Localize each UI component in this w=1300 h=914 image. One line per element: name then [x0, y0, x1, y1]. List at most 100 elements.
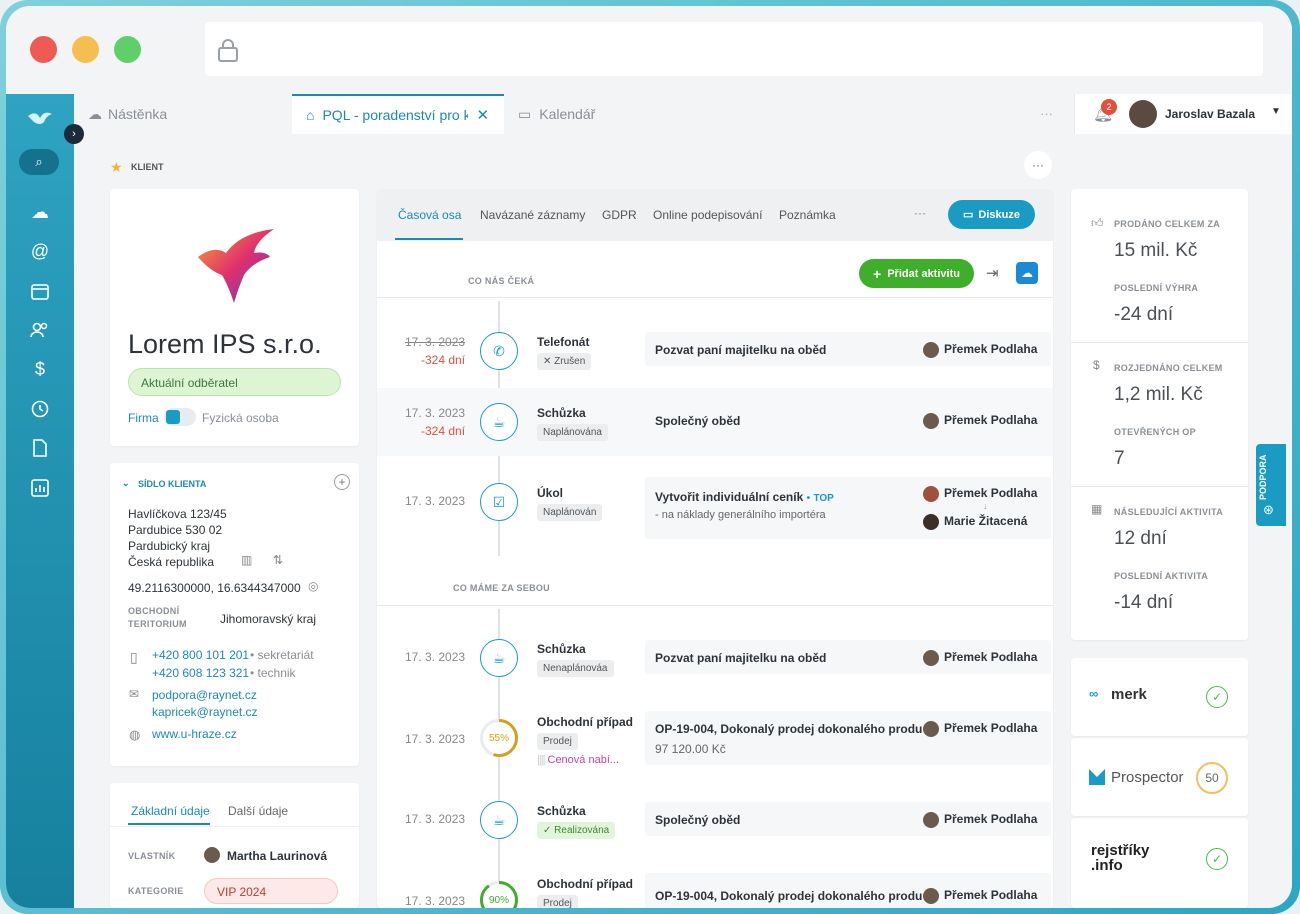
more-tabs-icon[interactable]: ··· [1040, 106, 1053, 121]
activity-row[interactable]: 17. 3. 2023 -324 dní ✆ Telefonát ✕ Zruše… [377, 332, 1053, 387]
person-name: Přemek Podlaha [944, 342, 1038, 357]
map-icon[interactable]: ▥ [241, 553, 252, 567]
divider [110, 826, 359, 827]
tab-label: Kalendář [539, 106, 596, 122]
tab-other-info[interactable]: Další údaje [228, 804, 288, 818]
report-icon[interactable] [26, 474, 54, 502]
chevron-down-icon[interactable]: ⌄ [122, 478, 130, 489]
route-icon[interactable]: ⇅ [273, 553, 283, 567]
user-box[interactable]: 🔔︎ 2 Jaroslav Bazala ▼ [1074, 94, 1292, 134]
support-label: PODPORA [1258, 454, 1268, 500]
bird-logo-icon[interactable] [26, 104, 54, 132]
contacts-icon[interactable] [26, 316, 54, 344]
more-icon[interactable]: ··· [914, 206, 926, 220]
export-icon[interactable]: ⇥ [986, 264, 999, 282]
integration-rejstriky[interactable]: rejstříky .info ✓ [1071, 818, 1248, 908]
category-badge[interactable]: VIP 2024 [204, 878, 338, 904]
add-activity-button[interactable]: + Přidat aktivitu [859, 259, 974, 288]
close-dot[interactable] [30, 36, 57, 63]
tab-casova-osa[interactable]: Časová osa [398, 208, 461, 222]
activity-date: 17. 3. 2023 [405, 335, 466, 349]
address-card: ⌄ SÍDLO KLIENTA + Havlíčkova 123/45 Pard… [110, 463, 359, 766]
email-icon[interactable]: @ [26, 237, 54, 265]
activity-detail[interactable]: Společný oběd Přemek Podlaha [645, 403, 1051, 437]
tab-navazane[interactable]: Navázané záznamy [480, 208, 585, 222]
more-options-button[interactable]: ··· [1024, 151, 1052, 179]
status-badge: Naplánována [537, 424, 608, 441]
sidebar-toggle-button[interactable]: › [64, 124, 84, 144]
location-icon[interactable]: ◎ [308, 579, 318, 593]
support-tab[interactable]: PODPORA ⊛ [1256, 444, 1286, 526]
check-icon: ✓ [1206, 686, 1228, 708]
activity-row[interactable]: 17. 3. 2023 -324 dní ☕︎ Schůzka Naplánov… [377, 403, 1053, 458]
type-toggle[interactable] [164, 408, 196, 426]
stat-value: 7 [1114, 448, 1125, 469]
integration-prospector[interactable]: Prospector 50 [1071, 738, 1248, 816]
clock-icon[interactable] [26, 395, 54, 423]
maximize-dot[interactable] [114, 36, 141, 63]
merk-logo-icon: ∞ [1089, 686, 1099, 701]
tab-gdpr[interactable]: GDPR [602, 208, 637, 222]
star-icon[interactable]: ★ [110, 159, 123, 176]
activity-row[interactable]: 17. 3. 2023 90% Obchodní případ Prodej O… [377, 873, 1053, 908]
main-sidebar: ⌕ ☁ @ $ [6, 94, 74, 908]
phone-link[interactable]: +420 800 101 201 [152, 648, 249, 662]
document-icon[interactable] [26, 434, 54, 462]
activity-type: Úkol [537, 486, 564, 500]
web-link[interactable]: www.u-hraze.cz [152, 727, 237, 741]
tab-online[interactable]: Online podepisování [653, 208, 762, 222]
status-badge[interactable]: Aktuální odběratel [128, 368, 341, 396]
email-link[interactable]: podpora@raynet.cz [152, 688, 257, 702]
activity-row[interactable]: 17. 3. 2023 55% Obchodní případ Prodej |… [377, 711, 1053, 782]
add-icon[interactable]: + [334, 474, 350, 490]
activity-row[interactable]: 17. 3. 2023 ☕︎ Schůzka ✓ Realizována Spo… [377, 801, 1053, 856]
dollar-icon[interactable]: $ [26, 355, 54, 383]
category-label: KATEGORIE [128, 886, 184, 896]
activity-detail[interactable]: OP-19-004, Dokonalý prodej dokonalého pr… [645, 711, 1051, 765]
activity-detail[interactable]: Společný oběd Přemek Podlaha [645, 802, 1051, 836]
mail-icon: ✉ [129, 687, 140, 701]
search-icon[interactable]: ⌕ [19, 149, 59, 175]
phone-note: • sekretariát [250, 648, 314, 662]
close-icon[interactable]: ✕ [476, 106, 489, 124]
activity-title: Společný oběd [655, 414, 741, 428]
minimize-dot[interactable] [72, 36, 99, 63]
phone-link[interactable]: +420 608 123 321 [152, 666, 249, 680]
client-name: Lorem IPS s.r.o. [128, 329, 322, 359]
app-icon[interactable]: ☁ [1016, 262, 1038, 284]
activity-detail[interactable]: Pozvat paní majitelku na oběd Přemek Pod… [645, 640, 1051, 674]
activity-row[interactable]: 17. 3. 2023 ☑ Úkol Naplánován Vytvořit i… [377, 477, 1053, 553]
stat-value: -24 dní [1114, 304, 1174, 325]
tab-basic-info[interactable]: Základní údaje [131, 804, 210, 818]
cloud-icon[interactable]: ☁ [26, 198, 54, 226]
score-ring: 50 [1196, 762, 1228, 794]
tab-nastenka[interactable]: ☁ Nástěnka [74, 94, 292, 134]
integration-merk[interactable]: ∞ merk ✓ [1071, 658, 1248, 736]
tab-pql[interactable]: ⌂ PQL - poradenství pro k ✕ [292, 94, 504, 134]
discuss-button[interactable]: ▭ Diskuze [948, 200, 1035, 229]
avatar [923, 721, 939, 737]
tab-underline [395, 238, 463, 240]
address-line: Havlíčkova 123/45 [128, 507, 227, 521]
avatar[interactable] [1129, 100, 1157, 128]
activity-title: Společný oběd [655, 813, 741, 827]
activity-detail[interactable]: Pozvat paní majitelku na oběd Přemek Pod… [645, 332, 1051, 366]
email-link[interactable]: kapricek@raynet.cz [152, 705, 258, 719]
tab-poznamka[interactable]: Poznámka [779, 208, 836, 222]
integration-name: .info [1091, 857, 1123, 874]
check-icon: ✓ [1206, 848, 1228, 870]
person-name: Přemek Podlaha [944, 888, 1038, 903]
activity-date: 17. 3. 2023 [405, 812, 466, 826]
activity-detail[interactable]: Vytvořit individuální ceník • TOP - na n… [645, 477, 1051, 539]
tab-kalendar[interactable]: ▭ Kalendář [504, 94, 704, 134]
calendar-icon[interactable] [26, 277, 54, 305]
activity-type: Schůzka [537, 804, 586, 818]
chevron-down-icon[interactable]: ▼ [1271, 106, 1281, 117]
avatar [923, 486, 939, 502]
address-bar[interactable] [205, 22, 1263, 76]
status-badge: ✕ Zrušen [537, 353, 592, 370]
avatar [923, 650, 939, 666]
integration-name: Prospector [1111, 769, 1184, 786]
activity-detail[interactable]: OP-19-004, Dokonalý prodej dokonalého pr… [645, 873, 1051, 908]
activity-row[interactable]: 17. 3. 2023 ☕︎ Schůzka Nenaplánováa Pozv… [377, 639, 1053, 694]
